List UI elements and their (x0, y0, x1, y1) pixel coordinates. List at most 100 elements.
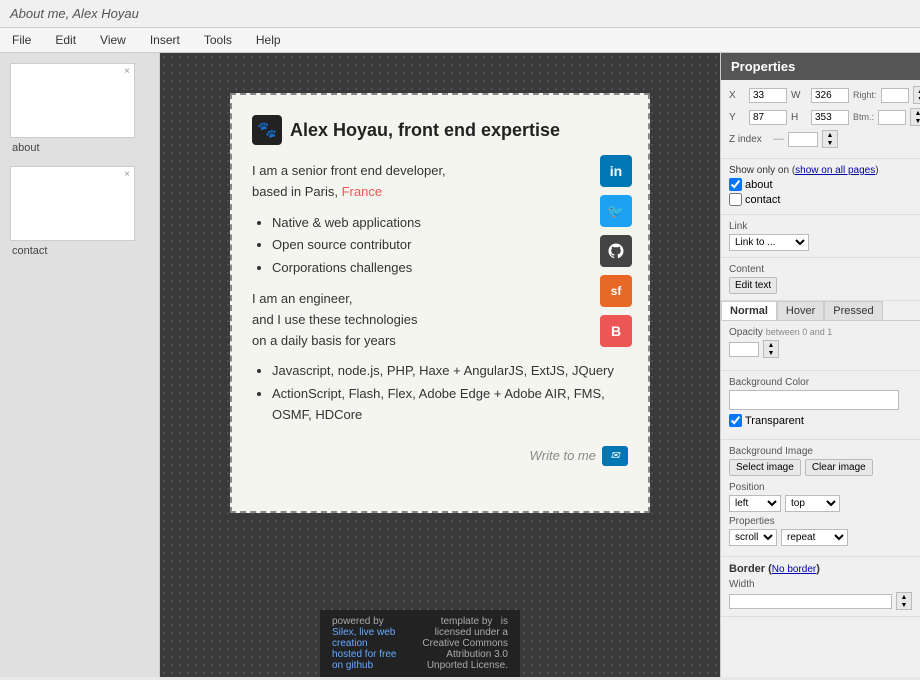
properties-panel: Properties X W Right: ▲▼ Y H Btm.: ▲▼ (720, 53, 920, 677)
right-stepper[interactable]: ▲▼ (913, 86, 920, 104)
blogger-icon[interactable]: B (600, 315, 632, 347)
show-only-section: Show only on (show on all pages) about c… (721, 159, 920, 215)
menu-file[interactable]: File (8, 31, 35, 49)
canvas-area[interactable]: 🐾 Alex Hoyau, front end expertise I am a… (160, 53, 720, 677)
scroll-select[interactable]: scroll fixed (729, 529, 777, 546)
zindex-input[interactable] (788, 132, 818, 147)
link-select[interactable]: Link to ... (729, 234, 809, 251)
tab-pressed[interactable]: Pressed (824, 301, 882, 320)
border-title: Border (No border) (729, 563, 912, 575)
card-header: 🐾 Alex Hoyau, front end expertise (252, 115, 628, 145)
tab-hover[interactable]: Hover (777, 301, 824, 320)
btm-label: Btm.: (853, 112, 874, 122)
position-left-select[interactable]: left center right (729, 495, 781, 512)
email-icon[interactable]: ✉ (602, 446, 628, 466)
props-row: scroll fixed repeat no-repeat repeat-x r… (729, 529, 912, 546)
page-thumb-about[interactable]: × (10, 63, 135, 138)
h-input[interactable] (811, 110, 849, 125)
about-checkbox-row: about (729, 178, 912, 191)
transparent-checkbox[interactable] (729, 414, 742, 427)
contact-checkbox-label: contact (745, 194, 780, 206)
content-card[interactable]: 🐾 Alex Hoyau, front end expertise I am a… (230, 93, 650, 513)
border-section: Border (No border) Width ▲▼ (721, 557, 920, 617)
page-thumb-contact[interactable]: × (10, 166, 135, 241)
btm-stepper[interactable]: ▲▼ (910, 108, 920, 126)
h-label: H (791, 112, 807, 123)
left-sidebar: × about × contact (0, 53, 160, 677)
about-checkbox-label: about (745, 179, 773, 191)
close-about-icon[interactable]: × (124, 66, 130, 77)
no-border-link[interactable]: No border (772, 564, 816, 575)
opacity-stepper[interactable]: ▲▼ (763, 340, 779, 358)
x-input[interactable] (749, 88, 787, 103)
close-contact-icon[interactable]: × (124, 169, 130, 180)
title-bar: About me, Alex Hoyau (0, 0, 920, 28)
github-icon[interactable] (600, 235, 632, 267)
btm-input[interactable] (878, 110, 906, 125)
write-to-me[interactable]: Write to me ✉ (252, 446, 628, 466)
intro-highlight: France (342, 184, 382, 199)
menu-edit[interactable]: Edit (51, 31, 80, 49)
y-label: Y (729, 112, 745, 123)
menu-help[interactable]: Help (252, 31, 285, 49)
opacity-label: Opacity between 0 and 1 (729, 327, 912, 338)
xy-row: X W Right: ▲▼ (729, 86, 912, 104)
menu-view[interactable]: View (96, 31, 130, 49)
powered-by-text: powered by (332, 616, 384, 627)
transparent-label: Transparent (745, 415, 804, 427)
w-input[interactable] (811, 88, 849, 103)
border-width-stepper[interactable]: ▲▼ (896, 592, 912, 610)
about-checkbox[interactable] (729, 178, 742, 191)
y-input[interactable] (749, 110, 787, 125)
window-title: About me, Alex Hoyau (10, 6, 139, 21)
opacity-input[interactable] (729, 342, 759, 357)
w-label: W (791, 90, 807, 101)
footer-left: powered by Silex, live web creation host… (332, 616, 406, 671)
menu-insert[interactable]: Insert (146, 31, 184, 49)
para2c: on a daily basis for years (252, 333, 396, 348)
yh-row: Y H Btm.: ▲▼ (729, 108, 912, 126)
select-image-button[interactable]: Select image (729, 459, 801, 476)
page-label-contact: contact (10, 245, 149, 257)
edit-text-button[interactable]: Edit text (729, 277, 777, 294)
canvas-footer: powered by Silex, live web creation host… (320, 610, 520, 677)
show-all-link[interactable]: show on all pages (795, 165, 875, 176)
state-tabs: Normal Hover Pressed (721, 301, 920, 321)
x-label: X (729, 90, 745, 101)
clear-image-button[interactable]: Clear image (805, 459, 873, 476)
position-top-select[interactable]: top center bottom (785, 495, 840, 512)
bg-image-label: Background Image (729, 446, 912, 457)
sf-icon[interactable]: sf (600, 275, 632, 307)
border-width-input[interactable] (729, 594, 892, 609)
card-title: Alex Hoyau, front end expertise (290, 120, 560, 141)
menu-bar: File Edit View Insert Tools Help (0, 28, 920, 53)
card-body: I am a senior front end developer, based… (252, 161, 628, 426)
bg-color-box[interactable] (729, 390, 899, 410)
intro-para: I am a senior front end developer, based… (252, 161, 628, 203)
footer-right: template by is licensed under a Creative… (406, 616, 508, 671)
bullet-1-2: Corporations challenges (272, 258, 628, 279)
repeat-select[interactable]: repeat no-repeat repeat-x repeat-y (781, 529, 848, 546)
silex-link[interactable]: Silex, live web creation (332, 627, 395, 649)
bg-image-section: Background Image Select image Clear imag… (721, 440, 920, 557)
para2a: I am an engineer, (252, 291, 352, 306)
linkedin-icon[interactable]: in (600, 155, 632, 187)
props-label: Properties (729, 516, 912, 527)
zindex-stepper[interactable]: ▲▼ (822, 130, 838, 148)
transparent-row: Transparent (729, 414, 912, 427)
opacity-section: Opacity between 0 and 1 ▲▼ (721, 321, 920, 371)
contact-checkbox[interactable] (729, 193, 742, 206)
menu-tools[interactable]: Tools (200, 31, 236, 49)
hosted-link[interactable]: hosted for free on github (332, 649, 396, 671)
zindex-label: Z index (729, 134, 769, 145)
twitter-icon[interactable]: 🐦 (600, 195, 632, 227)
width-row: ▲▼ (729, 592, 912, 610)
right-input[interactable] (881, 88, 909, 103)
bullets-2: Javascript, node.js, PHP, Haxe + Angular… (272, 361, 628, 425)
bullet-2-1: ActionScript, Flash, Flex, Adobe Edge + … (272, 384, 628, 426)
main-layout: × about × contact 🐾 Alex Hoyau, front en… (0, 53, 920, 677)
para2b: and I use these technologies (252, 312, 418, 327)
width-label: Width (729, 579, 912, 590)
show-only-label: Show only on (show on all pages) (729, 165, 912, 176)
tab-normal[interactable]: Normal (721, 301, 777, 320)
